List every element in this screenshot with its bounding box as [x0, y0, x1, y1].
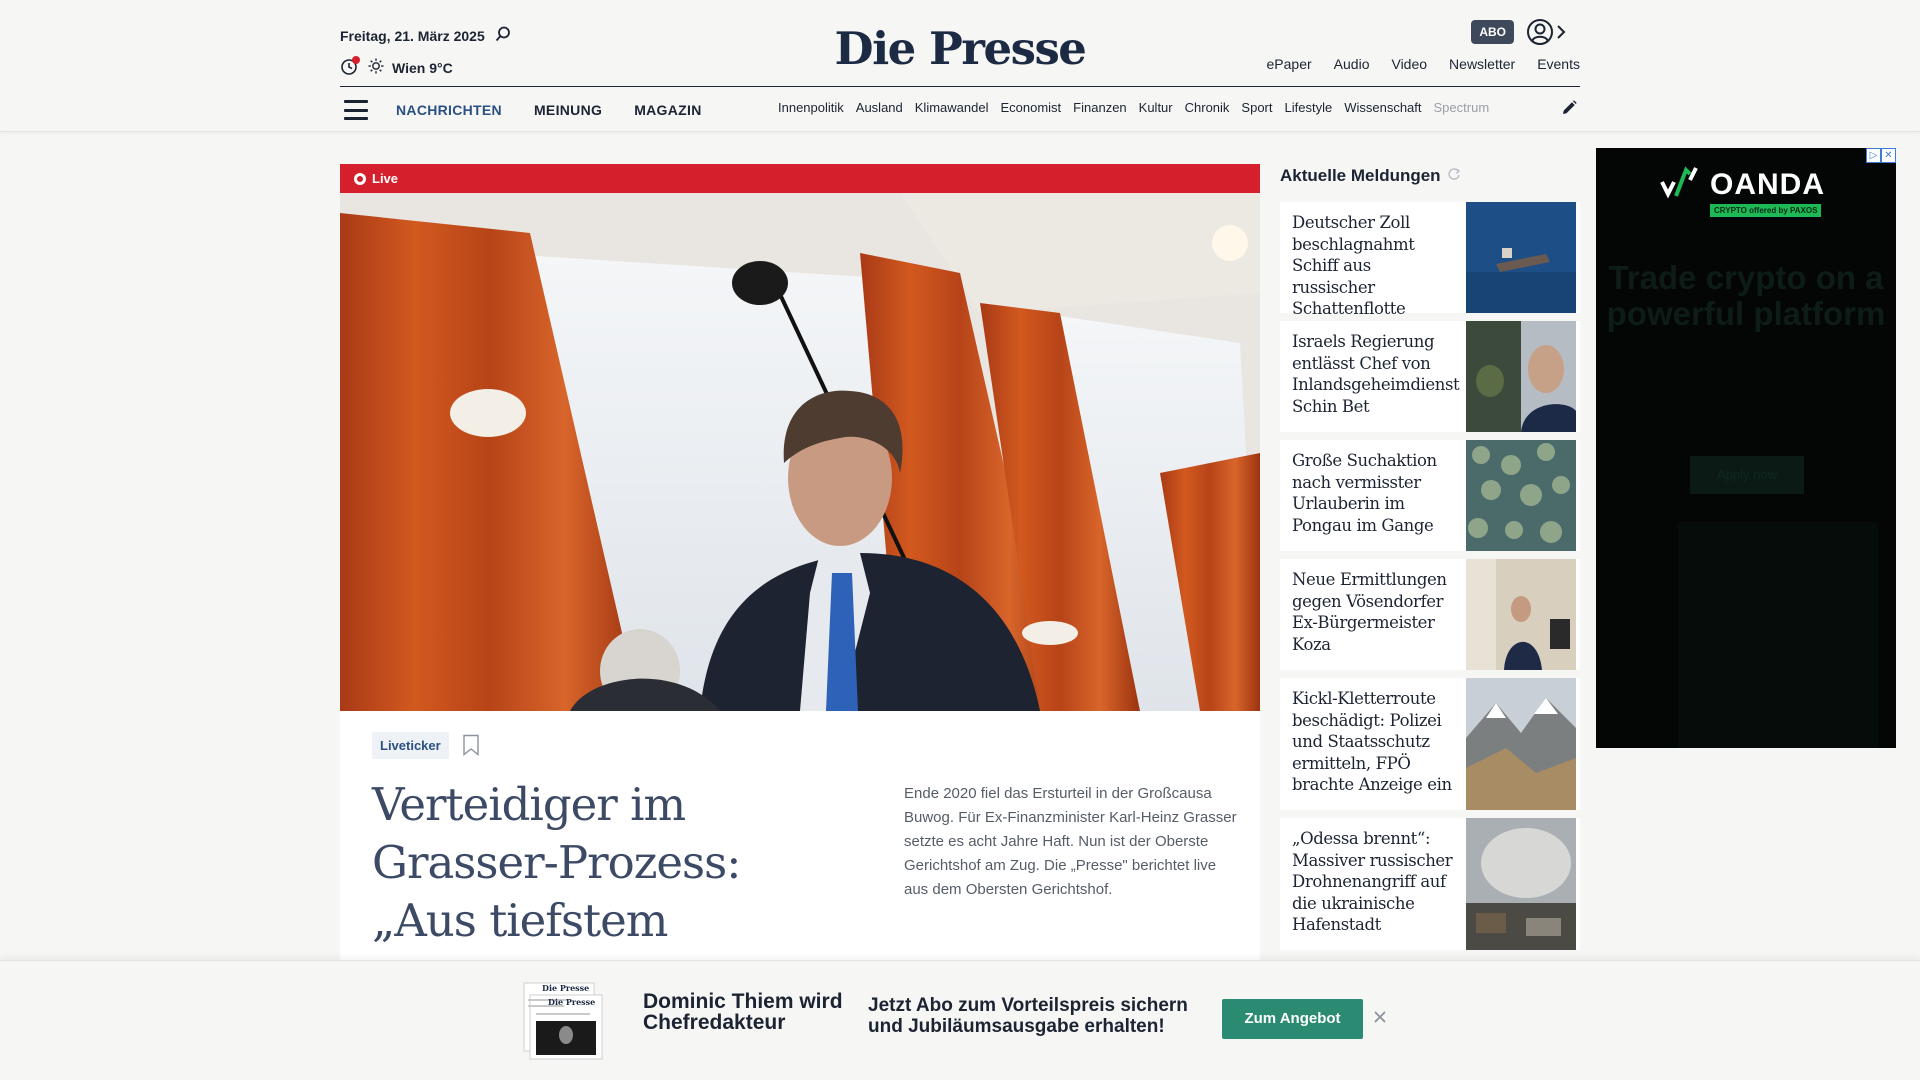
hero-image[interactable] — [340, 193, 1260, 711]
weather-text[interactable]: Wien 9°C — [392, 60, 453, 76]
nav-lifestyle[interactable]: Lifestyle — [1285, 100, 1333, 115]
close-icon[interactable] — [1372, 1009, 1388, 1030]
link-events[interactable]: Events — [1537, 56, 1580, 72]
nav-chronik[interactable]: Chronik — [1185, 100, 1230, 115]
category-nav: Innenpolitik Ausland Klimawandel Economi… — [778, 100, 1550, 115]
menu-icon[interactable] — [344, 100, 368, 120]
news-card-headline: Große Suchaktion nach vermisster Urlaube… — [1292, 451, 1437, 535]
ad-close-icon[interactable]: ✕ — [1881, 148, 1896, 163]
news-card-image — [1466, 321, 1576, 432]
edit-icon[interactable] — [1560, 99, 1578, 122]
date-row: Freitag, 21. März 2025 — [340, 26, 511, 45]
ad-brand-logo: OANDA — [1660, 166, 1825, 204]
news-card[interactable]: Israels Regierung entlässt Chef von Inla… — [1280, 321, 1580, 432]
live-bar: Live — [340, 164, 1260, 193]
news-card-headline: Deutscher Zoll beschlagnahmt Schiff aus … — [1292, 213, 1415, 318]
news-card-headline: „Odessa brennt“: Massiver russischer Dro… — [1292, 829, 1453, 934]
ad-brand-name: OANDA — [1710, 168, 1825, 201]
nav-innenpolitik[interactable]: Innenpolitik — [778, 100, 844, 115]
ad-tagline: Trade crypto on a powerful platform — [1606, 259, 1886, 332]
nav-spectrum[interactable]: Spectrum — [1434, 100, 1490, 115]
news-card-image — [1466, 440, 1576, 551]
news-card[interactable]: Deutscher Zoll beschlagnahmt Schiff aus … — [1280, 202, 1580, 318]
ad-apply-button[interactable]: Apply now — [1690, 456, 1804, 494]
zum-angebot-button[interactable]: Zum Angebot — [1222, 999, 1363, 1039]
weather-row: Wien 9°C — [340, 56, 453, 79]
section-nav: NACHRICHTEN MEINUNG MAGAZIN — [396, 102, 702, 118]
liveticker-tag[interactable]: Liveticker — [372, 732, 449, 759]
paper-logo-back: Die Presse — [542, 983, 589, 993]
hero-lead: Ende 2020 fiel das Ersturteil in der Gro… — [904, 785, 1237, 898]
banner-text: Jetzt Abo zum Vorteilspreis sichern und … — [868, 995, 1188, 1037]
history-icon[interactable] — [340, 56, 360, 79]
main-navigation: NACHRICHTEN MEINUNG MAGAZIN Innenpolitik… — [340, 96, 1580, 124]
newspaper-image: Die Presse Die Presse — [522, 981, 604, 1066]
search-icon[interactable] — [495, 26, 511, 45]
news-card-image — [1466, 559, 1576, 670]
nav-klimawandel[interactable]: Klimawandel — [915, 100, 989, 115]
current-date: Freitag, 21. März 2025 — [340, 27, 485, 44]
refresh-icon — [1447, 166, 1461, 186]
nav-kultur[interactable]: Kultur — [1139, 100, 1173, 115]
account-button[interactable] — [1526, 18, 1566, 51]
nav-wissenschaft[interactable]: Wissenschaft — [1344, 100, 1421, 115]
ad-choices[interactable]: ▷ ✕ — [1866, 148, 1896, 163]
news-card-headline: Kickl-Kletterroute beschädigt: Polizei u… — [1292, 689, 1452, 794]
nav-nachrichten[interactable]: NACHRICHTEN — [396, 102, 502, 118]
live-dot-icon — [354, 172, 366, 185]
link-newsletter[interactable]: Newsletter — [1449, 56, 1515, 72]
ad-visual — [1678, 522, 1878, 748]
live-label: Live — [372, 171, 399, 186]
banner-title: Dominic Thiem wird Chefredakteur — [643, 990, 843, 1034]
bookmark-icon[interactable] — [462, 734, 480, 761]
news-card[interactable]: „Odessa brennt“: Massiver russischer Dro… — [1280, 818, 1580, 950]
chevron-right-icon — [1556, 24, 1566, 45]
header-divider — [340, 86, 1580, 87]
user-icon — [1526, 18, 1554, 51]
paper-logo-front: Die Presse — [548, 997, 595, 1007]
oanda-ad[interactable]: ▷ ✕ OANDA CRYPTO offered by PAXOS Trade … — [1596, 148, 1896, 748]
news-card[interactable]: Kickl-Kletterroute beschädigt: Polizei u… — [1280, 678, 1580, 810]
ad-subtitle: CRYPTO offered by PAXOS — [1710, 204, 1822, 217]
site-logo[interactable]: Die Presse — [835, 22, 1087, 75]
nav-ausland[interactable]: Ausland — [856, 100, 903, 115]
latest-news-title: Aktuelle Meldungen — [1280, 164, 1580, 188]
ad-info-icon[interactable]: ▷ — [1866, 148, 1881, 163]
nav-meinung[interactable]: MEINUNG — [534, 102, 602, 118]
link-audio[interactable]: Audio — [1334, 56, 1370, 72]
news-card[interactable]: Große Suchaktion nach vermisster Urlaube… — [1280, 440, 1580, 551]
sun-icon — [368, 58, 384, 77]
nav-economist[interactable]: Economist — [1000, 100, 1061, 115]
news-card-headline: Israels Regierung entlässt Chef von Inla… — [1292, 332, 1460, 416]
news-card-image — [1466, 818, 1576, 950]
site-header: Freitag, 21. März 2025 Wien 9°C Die Pres… — [0, 0, 1920, 132]
link-video[interactable]: Video — [1391, 56, 1427, 72]
news-card-headline: Neue Ermittlungen gegen Vösendorfer Ex-B… — [1292, 570, 1447, 654]
abo-button[interactable]: ABO — [1471, 20, 1514, 44]
news-card[interactable]: Neue Ermittlungen gegen Vösendorfer Ex-B… — [1280, 559, 1580, 670]
latest-news: Aktuelle Meldungen Deutscher Zoll beschl… — [1280, 164, 1580, 958]
news-card-image — [1466, 678, 1576, 810]
hero-article[interactable]: Live Liveticker Verteidiger im Grasser-P… — [340, 164, 1260, 1064]
subscription-banner: Die Presse Die Presse Dominic Thiem wird… — [0, 960, 1920, 1080]
nav-finanzen[interactable]: Finanzen — [1073, 100, 1126, 115]
link-epaper[interactable]: ePaper — [1267, 56, 1312, 72]
latest-news-heading: Aktuelle Meldungen — [1280, 166, 1441, 185]
nav-magazin[interactable]: MAGAZIN — [634, 102, 701, 118]
news-card-image — [1466, 202, 1576, 313]
top-links: ePaper Audio Video Newsletter Events — [1267, 56, 1580, 72]
nav-sport[interactable]: Sport — [1241, 100, 1272, 115]
